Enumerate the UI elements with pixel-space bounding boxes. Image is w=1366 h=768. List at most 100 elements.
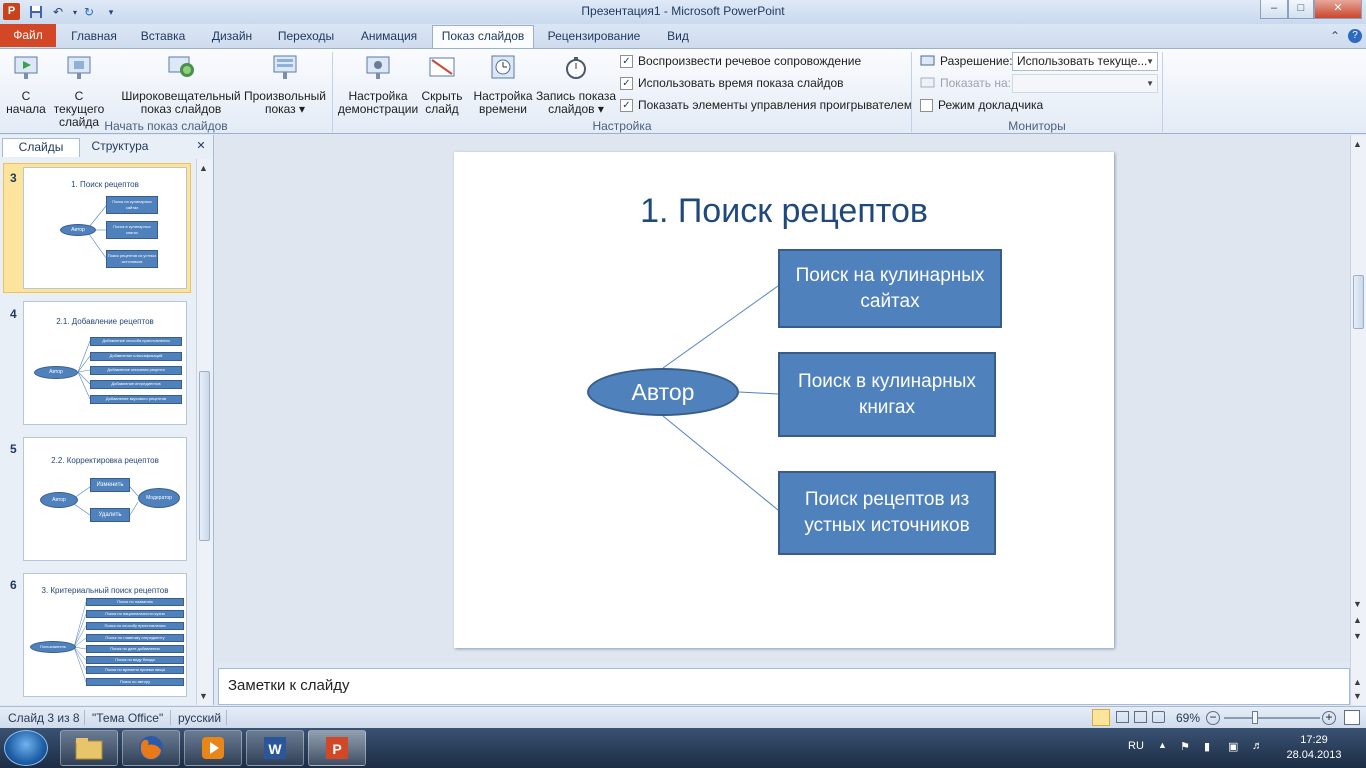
normal-view-icon[interactable]	[1092, 709, 1110, 726]
start-button[interactable]	[4, 730, 48, 766]
scroll-up-icon[interactable]: ▲	[199, 163, 208, 173]
tab-outline[interactable]: Структура	[82, 138, 158, 157]
media-player-taskbar-icon[interactable]	[184, 730, 242, 766]
powerpoint-app-icon[interactable]: P	[3, 3, 20, 20]
explorer-taskbar-icon[interactable]	[60, 730, 118, 766]
theme-name[interactable]: "Тема Office"	[92, 711, 163, 725]
checkbox-presenter-view-box[interactable]	[920, 98, 933, 112]
reading-view-icon[interactable]	[1134, 711, 1147, 723]
tab-slides[interactable]: Слайды	[2, 138, 80, 157]
close-pane-icon[interactable]: ✕	[192, 138, 210, 157]
slide-thumbnail-4[interactable]: 2.1. Добавление рецептов Автор Добавлени…	[23, 301, 187, 425]
scrollbar-thumb[interactable]	[199, 371, 210, 541]
resolution-select[interactable]: Использовать текуще... ▼	[1012, 52, 1158, 71]
thumbnail-box: Добавление описания рецепта	[90, 366, 182, 375]
scroll-down-icon[interactable]: ▼	[199, 691, 208, 701]
checkbox-presenter-view[interactable]: Режим докладчика	[920, 98, 1043, 112]
zoom-slider[interactable]	[1224, 717, 1320, 719]
rehearse-timings-button[interactable]: Настройка времени	[472, 53, 534, 116]
scrollbar-thumb[interactable]	[1353, 275, 1364, 329]
from-beginning-button[interactable]: С начала	[6, 53, 46, 116]
notes-placeholder[interactable]: Заметки к слайду	[228, 677, 350, 694]
minimize-ribbon-icon[interactable]: ⌃	[1330, 29, 1340, 43]
thumbnail-box: Добавление способа приготовления	[90, 337, 182, 346]
next-slide-icon[interactable]: ▼	[1353, 631, 1362, 641]
checkbox-media-controls-box[interactable]: ✓	[620, 98, 633, 112]
network-icon[interactable]: ▣	[1228, 740, 1238, 753]
author-oval[interactable]: Автор	[587, 368, 739, 416]
checkbox-use-timings-box[interactable]: ✓	[620, 76, 633, 90]
diagram-box-oral-sources[interactable]: Поиск рецептов из устных источников	[778, 471, 996, 555]
slide-thumbnail-5[interactable]: 2.2. Корректировка рецептов Автор Модера…	[23, 437, 187, 561]
tab-review[interactable]: Рецензирование	[540, 28, 648, 47]
system-clock[interactable]: 17:29 28.04.2013	[1283, 733, 1345, 763]
checkbox-narration[interactable]: ✓ Воспроизвести речевое сопровождение	[620, 54, 861, 68]
tab-insert[interactable]: Вставка	[132, 28, 194, 47]
tab-design[interactable]: Дизайн	[202, 28, 262, 47]
slide-sorter-icon[interactable]	[1116, 711, 1129, 723]
battery-icon[interactable]: ▮	[1204, 740, 1210, 753]
record-timer-icon	[566, 57, 586, 79]
save-icon[interactable]	[27, 3, 45, 21]
record-slideshow-button[interactable]: Запись показа слайдов ▾	[534, 53, 618, 116]
custom-show-icon	[273, 55, 297, 79]
broadcast-slideshow-button[interactable]: Широковещательный показ слайдов	[120, 53, 242, 116]
action-center-flag-icon[interactable]: ⚑	[1180, 740, 1190, 753]
show-on-select[interactable]: ▼	[1012, 74, 1158, 93]
checkbox-narration-box[interactable]: ✓	[620, 54, 633, 68]
tab-file[interactable]: Файл	[0, 24, 56, 47]
slides-pane: Слайды Структура ✕ 3 1. Поиск рецептов А…	[0, 135, 214, 705]
checkbox-use-timings[interactable]: ✓ Использовать время показа слайдов	[620, 76, 844, 90]
tab-transitions[interactable]: Переходы	[270, 28, 342, 47]
firefox-taskbar-icon[interactable]	[122, 730, 180, 766]
monitor-icon	[920, 55, 935, 66]
checkbox-media-controls-label: Показать элементы управления проигрывате…	[638, 98, 913, 112]
slideshow-view-icon[interactable]	[1152, 711, 1165, 723]
slide-scrollbar[interactable]: ▲ ▼ ▲ ▼ ▲ ▼	[1350, 135, 1366, 705]
thumbnail-box: Поиск в кулинарных книгах	[106, 221, 158, 239]
volume-icon[interactable]: ♬	[1252, 740, 1263, 752]
slide-thumbnail-6[interactable]: 3. Критериальный поиск рецептов Пользова…	[23, 573, 187, 697]
zoom-slider-thumb[interactable]	[1252, 711, 1259, 724]
hide-slide-button[interactable]: Скрыть слайд	[420, 53, 464, 116]
thumbnail-scrollbar[interactable]: ▲ ▼	[196, 159, 212, 705]
thumbnail-box: Поиск по дате добавления	[86, 645, 184, 653]
play-from-start-icon	[14, 56, 38, 79]
tab-view[interactable]: Вид	[656, 28, 700, 47]
scroll-up-icon[interactable]: ▲	[1353, 139, 1362, 149]
checkbox-media-controls[interactable]: ✓ Показать элементы управления проигрыва…	[620, 98, 912, 112]
slide-canvas[interactable]: 1. Поиск рецептов Автор Поиск на кулинар…	[454, 152, 1114, 648]
help-icon[interactable]: ?	[1348, 29, 1362, 43]
previous-slide-icon[interactable]: ▲	[1353, 615, 1362, 625]
thumbnail-box: Поиск по времени приема пищи	[86, 666, 184, 674]
redo-icon[interactable]: ↻	[80, 3, 98, 21]
tab-slide-show[interactable]: Показ слайдов	[432, 25, 534, 49]
diagram-box-culinary-sites[interactable]: Поиск на кулинарных сайтах	[778, 249, 1002, 328]
show-hidden-icons-icon[interactable]: ▲	[1158, 740, 1167, 750]
zoom-level[interactable]: 69%	[1176, 711, 1200, 725]
minimize-button[interactable]: –	[1260, 0, 1288, 19]
notes-scroll-down-icon[interactable]: ▼	[1353, 691, 1362, 701]
scroll-down-icon[interactable]: ▼	[1353, 599, 1362, 609]
zoom-out-icon[interactable]: −	[1206, 711, 1220, 725]
customize-qat-icon[interactable]: ▾	[102, 3, 120, 21]
setup-slideshow-button[interactable]: Настройка демонстрации	[336, 53, 420, 116]
group-label-setup: Настройка	[592, 119, 652, 133]
slide-thumbnail-3[interactable]: 1. Поиск рецептов Автор Поиск на кулинар…	[23, 167, 187, 289]
from-current-slide-button[interactable]: С текущего слайда	[48, 53, 110, 129]
word-taskbar-icon[interactable]: W	[246, 730, 304, 766]
notes-scroll-up-icon[interactable]: ▲	[1353, 677, 1362, 687]
fit-to-window-icon[interactable]	[1344, 710, 1360, 725]
custom-slideshow-button[interactable]: Произвольный показ ▾	[242, 53, 328, 116]
close-button[interactable]: ✕	[1314, 0, 1362, 19]
notes-pane[interactable]: Заметки к слайду	[218, 668, 1350, 705]
language-indicator[interactable]: русский	[178, 711, 221, 725]
maximize-button[interactable]: □	[1288, 0, 1314, 19]
diagram-box-culinary-books[interactable]: Поиск в кулинарных книгах	[778, 352, 996, 437]
tab-animations[interactable]: Анимация	[350, 28, 428, 47]
zoom-in-icon[interactable]: +	[1322, 711, 1336, 725]
undo-icon[interactable]: ↶	[49, 3, 67, 21]
tab-home[interactable]: Главная	[64, 28, 124, 47]
input-language[interactable]: RU	[1128, 740, 1144, 752]
powerpoint-taskbar-icon[interactable]: P	[308, 730, 366, 766]
